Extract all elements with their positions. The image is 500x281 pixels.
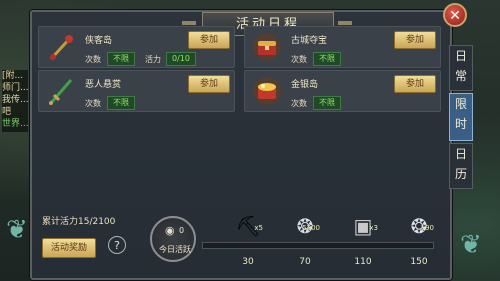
reward-tier[interactable]: ❂ 5200 70 (290, 213, 320, 267)
chat-line: 世界... (2, 119, 28, 129)
activity-name: 侠客岛 (85, 36, 113, 46)
chat-line: 我传... (2, 95, 28, 105)
join-button[interactable]: 参加 (188, 75, 230, 93)
count-value: 不限 (107, 52, 135, 66)
reward-tier[interactable]: ▣ x3 110 (348, 213, 378, 267)
tier-count: x5 (254, 224, 263, 232)
tier-count: x3 (369, 224, 378, 232)
coin-icon: ◉ (165, 224, 175, 237)
gold-chest-icon (251, 75, 283, 107)
chat-line: [附... (2, 71, 24, 81)
activity-card-jinyin: 金银岛 次数 不限 参加 (244, 70, 441, 112)
chat-line: 吧 (2, 107, 12, 117)
title-ornament-icon (338, 21, 352, 25)
count-value: 不限 (107, 96, 135, 110)
reward-tier[interactable]: ❂ 190 150 (404, 213, 434, 267)
close-button[interactable]: ✕ (443, 3, 467, 27)
treasure-chest-icon (251, 31, 283, 63)
count-value: 不限 (313, 52, 341, 66)
plant-decoration-icon: ❦ (6, 215, 28, 245)
vitality-rewards-bar: 累计活力15/2100 活动奖励 ? ◉ 0 今日活跃 ⛏ x5 30 ❂ 5200… (30, 200, 448, 276)
activity-card-gucheng: 古城夺宝 次数 不限 参加 (244, 26, 441, 68)
join-button[interactable]: 参加 (394, 75, 436, 93)
tab-label: 限时 (454, 97, 467, 131)
help-button[interactable]: ? (108, 236, 126, 254)
activity-name: 金银岛 (291, 80, 319, 90)
gift-box-icon: ▣ x3 (350, 213, 378, 239)
count-label: 次数 (85, 55, 101, 64)
count-label: 次数 (85, 99, 101, 108)
vitality-label: 活力 (145, 55, 161, 64)
red-tassel-weapon-icon (45, 31, 77, 63)
total-vitality: 累计活力15/2100 (42, 217, 116, 227)
plant-decoration-icon: ❦ (460, 230, 482, 260)
silver-coins-icon: ❂ 5200 (292, 213, 320, 239)
daily-label: 今日活跃 (159, 245, 191, 254)
count-value: 不限 (313, 96, 341, 110)
tier-count: 5200 (302, 224, 320, 232)
pickaxe-icon: ⛏ x5 (235, 213, 263, 239)
tab-daily[interactable]: 日常 (449, 45, 473, 91)
vitality-value: 0/10 (166, 52, 196, 66)
tier-threshold: 30 (242, 257, 254, 267)
activity-card-eren: 恶人悬赏 次数 不限 参加 (38, 70, 235, 112)
count-label: 次数 (291, 99, 307, 108)
activity-name: 古城夺宝 (291, 36, 328, 46)
activity-name: 恶人悬赏 (85, 80, 122, 90)
tab-label: 日常 (454, 49, 467, 83)
tab-label: 日历 (454, 147, 467, 181)
activity-rewards-button[interactable]: 活动奖励 (42, 238, 96, 258)
count-label: 次数 (291, 55, 307, 64)
reward-tier[interactable]: ⛏ x5 30 (233, 213, 263, 267)
daily-value: 0 (179, 226, 185, 235)
silver-ingot-icon: ❂ 190 (406, 213, 434, 239)
activity-card-xiakedao: 侠客岛 次数 不限 活力 0/10 参加 (38, 26, 235, 68)
tier-threshold: 150 (410, 257, 428, 267)
tab-limited[interactable]: 限时 (449, 93, 473, 141)
green-sword-icon (45, 75, 77, 107)
tier-count: 190 (420, 224, 434, 232)
join-button[interactable]: 参加 (188, 31, 230, 49)
tier-threshold: 70 (299, 257, 311, 267)
chat-line: 师门... (2, 83, 28, 93)
daily-activity-badge: ◉ 0 今日活跃 (150, 216, 196, 262)
join-button[interactable]: 参加 (394, 31, 436, 49)
vitality-progress-bar: ⛏ x5 30 ❂ 5200 70 ▣ x3 110 ❂ 190 150 (202, 214, 434, 267)
chat-log[interactable]: [附... 师门... 我传... 吧 世界... (2, 70, 28, 132)
tier-threshold: 110 (354, 257, 372, 267)
tab-calendar[interactable]: 日历 (449, 143, 473, 189)
title-ornament-icon (182, 21, 196, 25)
